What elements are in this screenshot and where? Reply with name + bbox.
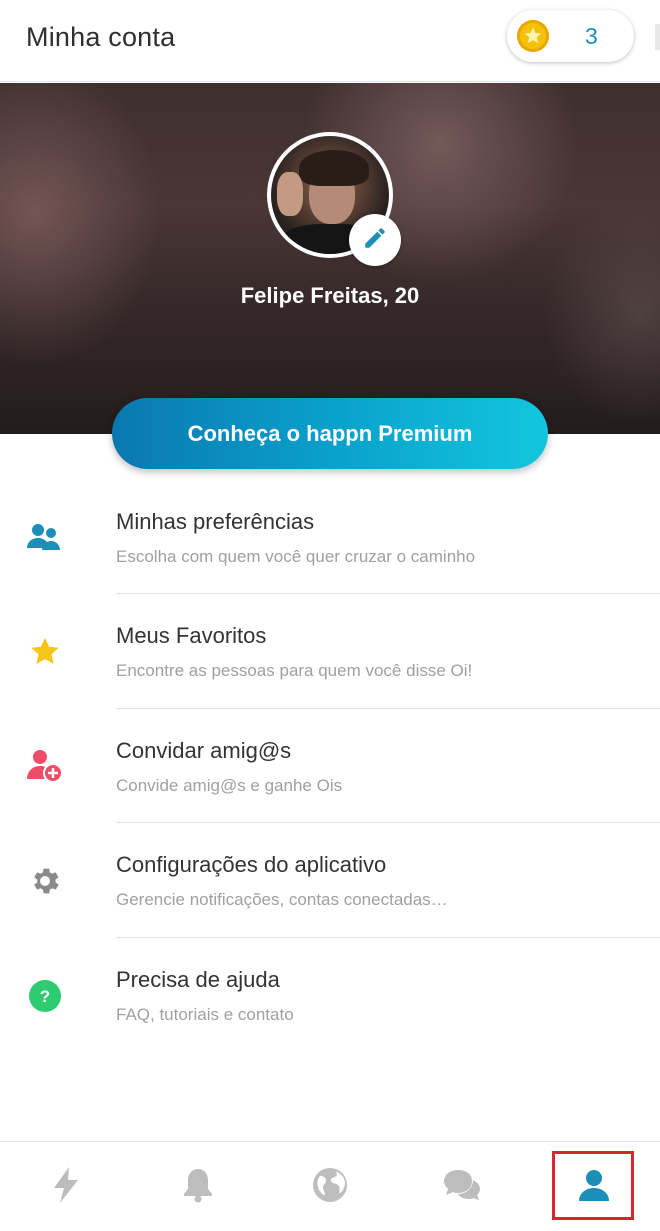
premium-button[interactable]: Conheça o happn Premium xyxy=(112,398,548,469)
menu-title: Convidar amig@s xyxy=(116,738,292,763)
divider xyxy=(116,937,660,938)
coin-count: 3 xyxy=(585,23,598,49)
people-icon xyxy=(27,518,63,554)
menu-subtitle: Gerencie notificações, contas conectadas… xyxy=(116,890,448,909)
menu-subtitle: Convide amig@s e ganhe Ois xyxy=(116,776,343,795)
app-header: Minha conta 3 xyxy=(0,0,660,82)
pencil-icon xyxy=(362,225,388,256)
lightning-icon xyxy=(51,1166,81,1209)
svg-text:?: ? xyxy=(40,987,50,1006)
star-icon xyxy=(27,634,63,670)
menu-item-app-settings[interactable]: Configurações do aplicativo Gerencie not… xyxy=(0,827,660,941)
menu-title: Meus Favoritos xyxy=(116,623,267,648)
menu-item-preferences[interactable]: Minhas preferências Escolha com quem voc… xyxy=(0,484,660,598)
nav-timeline[interactable] xyxy=(26,1142,106,1231)
divider xyxy=(116,822,660,823)
add-person-icon xyxy=(27,747,63,783)
menu-title: Precisa de ajuda xyxy=(116,967,280,992)
page-title: Minha conta xyxy=(26,22,176,52)
chat-bubbles-icon xyxy=(443,1168,481,1207)
divider xyxy=(116,708,660,709)
active-tab-highlight xyxy=(552,1151,634,1220)
menu-subtitle: FAQ, tutoriais e contato xyxy=(116,1005,294,1024)
menu-title: Configurações do aplicativo xyxy=(116,852,387,877)
nav-notifications[interactable] xyxy=(158,1142,238,1231)
divider xyxy=(116,593,660,594)
profile-name: Felipe Freitas, 20 xyxy=(240,283,420,308)
edit-profile-button[interactable] xyxy=(349,214,401,266)
menu-item-invite-friends[interactable]: Convidar amig@s Convide amig@s e ganhe O… xyxy=(0,713,660,827)
nav-chat[interactable] xyxy=(422,1142,502,1231)
gold-coin-star-icon xyxy=(517,20,549,52)
menu-item-help[interactable]: ? Precisa de ajuda FAQ, tutoriais e cont… xyxy=(0,942,660,1056)
menu-subtitle: Encontre as pessoas para quem você disse… xyxy=(116,661,473,680)
globe-icon xyxy=(311,1166,349,1209)
menu-subtitle: Escolha com quem você quer cruzar o cami… xyxy=(116,547,476,566)
bell-icon xyxy=(182,1167,214,1208)
gear-icon xyxy=(27,863,63,899)
nav-map[interactable] xyxy=(290,1142,370,1231)
menu-title: Minhas preferências xyxy=(116,509,315,534)
overflow-edge xyxy=(655,24,660,50)
coin-balance-button[interactable]: 3 xyxy=(507,10,634,62)
help-icon: ? xyxy=(27,978,63,1014)
menu-item-favorites[interactable]: Meus Favoritos Encontre as pessoas para … xyxy=(0,598,660,712)
